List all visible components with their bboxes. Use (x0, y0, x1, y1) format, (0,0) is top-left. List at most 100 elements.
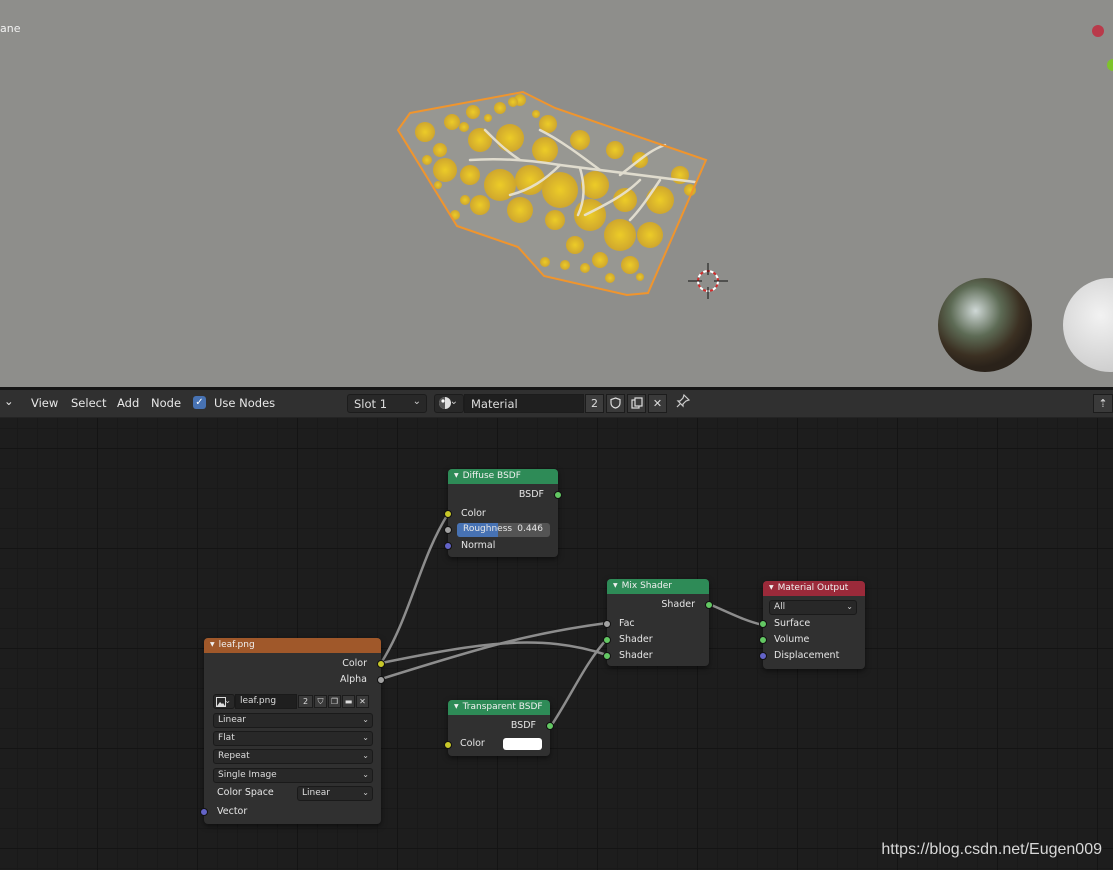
node-header[interactable]: ▼ Transparent BSDF (448, 700, 550, 715)
node-header[interactable]: ▼ leaf.png (204, 638, 381, 653)
pin-icon[interactable] (676, 393, 691, 413)
gizmo-y-axis-dot[interactable] (1107, 59, 1113, 71)
collapse-triangle-icon[interactable]: ▼ (454, 472, 459, 479)
node-header[interactable]: ▼ Diffuse BSDF (448, 469, 558, 484)
input-socket[interactable] (759, 636, 767, 644)
chevron-down-icon: ⌄ (362, 715, 369, 724)
fake-user-shield-icon[interactable] (606, 394, 625, 413)
input-socket[interactable] (444, 741, 452, 749)
input-socket[interactable] (759, 652, 767, 660)
chevron-down-icon: ⌄ (412, 396, 421, 407)
node-title: Material Output (777, 583, 849, 593)
output-socket[interactable] (377, 676, 385, 684)
chevron-down-icon: ⌄ (362, 788, 369, 797)
menu-node[interactable]: Node (151, 396, 181, 410)
extension-dropdown[interactable]: Repeat ⌄ (213, 749, 373, 764)
node-canvas[interactable]: ▼ Diffuse BSDF BSDF Color Roughness 0.446… (0, 418, 1113, 870)
material-output-node[interactable]: ▼ Material Output All ⌄ Surface Volume Di… (759, 581, 865, 669)
collapse-arrow-icon[interactable]: ⇡ (1093, 394, 1113, 413)
node-editor-header: ⌄ View Select Add Node ✓ Use Nodes Slot … (0, 390, 1113, 418)
chevron-down-icon: ⌄ (449, 396, 458, 407)
unlink-x-icon[interactable]: ✕ (648, 394, 667, 413)
transparent-bsdf-node[interactable]: ▼ Transparent BSDF BSDF Color (444, 700, 554, 756)
material-name-text: Material (471, 397, 518, 411)
leaf-plane-object (396, 90, 708, 297)
collapse-triangle-icon[interactable]: ▼ (210, 641, 215, 648)
input-surface-label: Surface (774, 618, 811, 629)
input-socket[interactable] (444, 526, 452, 534)
menu-view[interactable]: View (31, 396, 58, 410)
roughness-slider[interactable]: Roughness 0.446 (457, 523, 550, 537)
diffuse-bsdf-node[interactable]: ▼ Diffuse BSDF BSDF Color Roughness 0.446… (444, 469, 562, 557)
projection-dropdown[interactable]: Flat ⌄ (213, 731, 373, 746)
node-header[interactable]: ▼ Mix Shader (607, 579, 709, 594)
diffuse-preview-sphere (1063, 278, 1113, 372)
hdri-preview-sphere (938, 278, 1032, 372)
chevron-down-icon: ⌄ (362, 733, 369, 742)
viewport-scene (396, 90, 1113, 372)
color-swatch[interactable] (503, 738, 542, 750)
output-target-dropdown[interactable]: All ⌄ (769, 600, 857, 615)
output-socket[interactable] (554, 491, 562, 499)
link-image-color-to-diffuse-color (379, 512, 450, 665)
input-shader-label: Shader (619, 650, 653, 661)
extension-value: Repeat (218, 751, 250, 761)
collapse-triangle-icon[interactable]: ▼ (769, 584, 774, 591)
output-socket[interactable] (546, 722, 554, 730)
unlink-x-icon[interactable]: ✕ (356, 695, 369, 708)
input-vector-label: Vector (217, 806, 248, 817)
interpolation-dropdown[interactable]: Linear ⌄ (213, 713, 373, 728)
material-browse-button[interactable]: ⌄ (434, 394, 464, 413)
input-normal-label: Normal (461, 540, 496, 551)
3d-viewport[interactable]: ane (0, 0, 1113, 387)
collapse-triangle-icon[interactable]: ▼ (613, 582, 618, 589)
input-socket[interactable] (759, 620, 767, 628)
use-nodes-label: Use Nodes (214, 396, 276, 410)
node-title: Mix Shader (621, 581, 672, 591)
gizmo-x-axis-dot[interactable] (1092, 25, 1104, 37)
slot-value: Slot 1 (354, 397, 388, 411)
editor-type-chevron-icon[interactable]: ⌄ (4, 394, 14, 408)
node-header[interactable]: ▼ Material Output (763, 581, 865, 596)
input-socket[interactable] (603, 652, 611, 660)
input-shader-label: Shader (619, 634, 653, 645)
input-socket[interactable] (603, 636, 611, 644)
slot-dropdown[interactable]: Slot 1 ⌄ (347, 394, 427, 413)
image-texture-node[interactable]: ▼ leaf.png Color Alpha ⌄ leaf.png 2 ⛉ ❐ ▬… (200, 638, 385, 824)
mix-shader-node[interactable]: ▼ Mix Shader Shader Fac Shader Shader (603, 579, 713, 666)
input-socket[interactable] (444, 510, 452, 518)
menu-add[interactable]: Add (117, 396, 139, 410)
output-socket[interactable] (705, 601, 713, 609)
chevron-down-icon: ⌄ (362, 751, 369, 760)
material-user-count[interactable]: 2 (585, 394, 604, 413)
color-space-label: Color Space (217, 787, 274, 798)
duplicate-icon[interactable] (627, 394, 646, 413)
image-name-text: leaf.png (240, 696, 277, 706)
color-space-value: Linear (302, 788, 330, 798)
use-nodes-checkbox[interactable]: ✓ (193, 396, 206, 409)
input-fac-label: Fac (619, 618, 635, 629)
chevron-down-icon: ⌄ (224, 696, 231, 705)
color-space-dropdown[interactable]: Linear ⌄ (297, 786, 373, 801)
duplicate-icon[interactable]: ❐ (328, 695, 341, 708)
material-name-field[interactable]: Material (464, 394, 584, 413)
menu-select[interactable]: Select (71, 396, 106, 410)
link-mix-to-output-surface (707, 602, 765, 627)
output-socket[interactable] (377, 660, 385, 668)
input-socket[interactable] (444, 542, 452, 550)
fake-user-shield-icon[interactable]: ⛉ (314, 695, 327, 708)
node-title: Diffuse BSDF (462, 471, 521, 481)
input-socket[interactable] (603, 620, 611, 628)
image-name-field[interactable]: leaf.png (235, 694, 297, 709)
image-user-count[interactable]: 2 (298, 695, 313, 708)
watermark-text: https://blog.csdn.net/Eugen009 (881, 841, 1102, 858)
input-socket[interactable] (200, 808, 208, 816)
open-folder-icon[interactable]: ▬ (342, 695, 355, 708)
image-browse-button[interactable]: ⌄ (213, 694, 235, 709)
output-shader-label: Shader (661, 599, 695, 610)
input-volume-label: Volume (774, 634, 810, 645)
collapse-triangle-icon[interactable]: ▼ (454, 703, 459, 710)
source-dropdown[interactable]: Single Image ⌄ (213, 768, 373, 783)
3d-cursor (688, 263, 728, 299)
input-color-label: Color (460, 738, 485, 749)
